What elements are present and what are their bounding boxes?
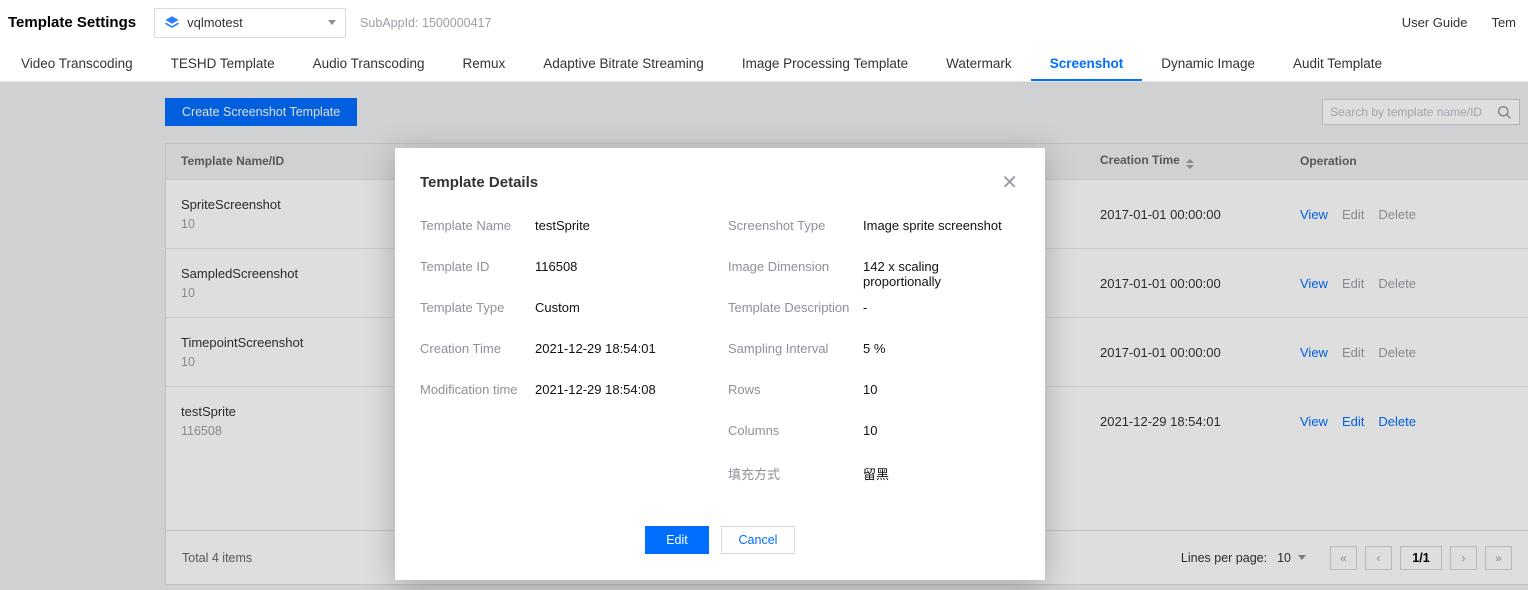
templates-link-truncated[interactable]: Tem [1491, 15, 1516, 30]
tab-bar: Video Transcoding TESHD Template Audio T… [0, 45, 1528, 82]
field-value: 2021-12-29 18:54:01 [535, 341, 656, 356]
chevron-down-icon [328, 20, 337, 25]
modal-right-column: Screenshot Type Image sprite screenshot I… [728, 218, 1020, 526]
page-title: Template Settings [8, 14, 137, 31]
user-guide-link[interactable]: User Guide [1402, 15, 1468, 30]
tab-teshd-template[interactable]: TESHD Template [152, 45, 294, 81]
field-value: 142 x scaling proportionally [863, 259, 942, 289]
tab-screenshot[interactable]: Screenshot [1031, 45, 1143, 81]
page: Template Settings vqlmotest SubAppId: 15… [0, 0, 1528, 590]
modal-title: Template Details [420, 174, 539, 191]
field-label: Template ID [420, 259, 490, 274]
field-label: Template Type [420, 300, 505, 315]
tab-remux[interactable]: Remux [443, 45, 524, 81]
field-label: Modification time [420, 382, 518, 397]
app-selector-value: vqlmotest [187, 15, 243, 30]
tab-image-processing-template[interactable]: Image Processing Template [723, 45, 927, 81]
tab-adaptive-bitrate-streaming[interactable]: Adaptive Bitrate Streaming [524, 45, 723, 81]
tab-video-transcoding[interactable]: Video Transcoding [2, 45, 152, 81]
field-label: Sampling Interval [728, 341, 829, 356]
field-label: Screenshot Type [728, 218, 826, 233]
field-value: - [863, 300, 868, 315]
field-value: 10 [863, 423, 878, 438]
modal-body: Template Name testSprite Template ID 11650… [395, 192, 1045, 526]
tab-dynamic-image[interactable]: Dynamic Image [1142, 45, 1274, 81]
field-value: 留黑 [863, 467, 890, 482]
field-label: Template Name [420, 218, 512, 233]
tab-audit-template[interactable]: Audit Template [1274, 45, 1401, 81]
top-links: User Guide Tem [1402, 15, 1516, 30]
tab-watermark[interactable]: Watermark [927, 45, 1031, 81]
modal-left-column: Template Name testSprite Template ID 11650… [420, 218, 728, 526]
field-label: Creation Time [420, 341, 501, 356]
field-label: Template Description [728, 300, 850, 315]
field-value: Custom [535, 300, 580, 315]
close-icon[interactable]: ✕ [999, 173, 1020, 193]
top-bar: Template Settings vqlmotest SubAppId: 15… [0, 0, 1528, 45]
field-value: 10 [863, 382, 878, 397]
vod-app-icon [164, 15, 180, 31]
field-value: 5 % [863, 341, 886, 356]
template-details-modal: Template Details ✕ Template Name testSpri… [395, 148, 1045, 580]
cancel-button[interactable]: Cancel [721, 526, 795, 554]
field-label: Image Dimension [728, 259, 830, 274]
app-selector-dropdown[interactable]: vqlmotest [154, 7, 347, 38]
field-label: 填充方式 [728, 467, 781, 482]
modal-header: Template Details ✕ [395, 148, 1045, 193]
field-label: Columns [728, 423, 780, 438]
field-value: 2021-12-29 18:54:08 [535, 382, 656, 397]
field-value: 116508 [535, 259, 578, 274]
edit-button[interactable]: Edit [645, 526, 709, 554]
subappid-label: SubAppId: 1500000417 [360, 15, 492, 30]
field-value: testSprite [535, 218, 590, 233]
field-label: Rows [728, 382, 761, 397]
tab-audio-transcoding[interactable]: Audio Transcoding [294, 45, 444, 81]
field-value: Image sprite screenshot [863, 218, 1002, 233]
modal-footer: Edit Cancel [395, 526, 1045, 580]
